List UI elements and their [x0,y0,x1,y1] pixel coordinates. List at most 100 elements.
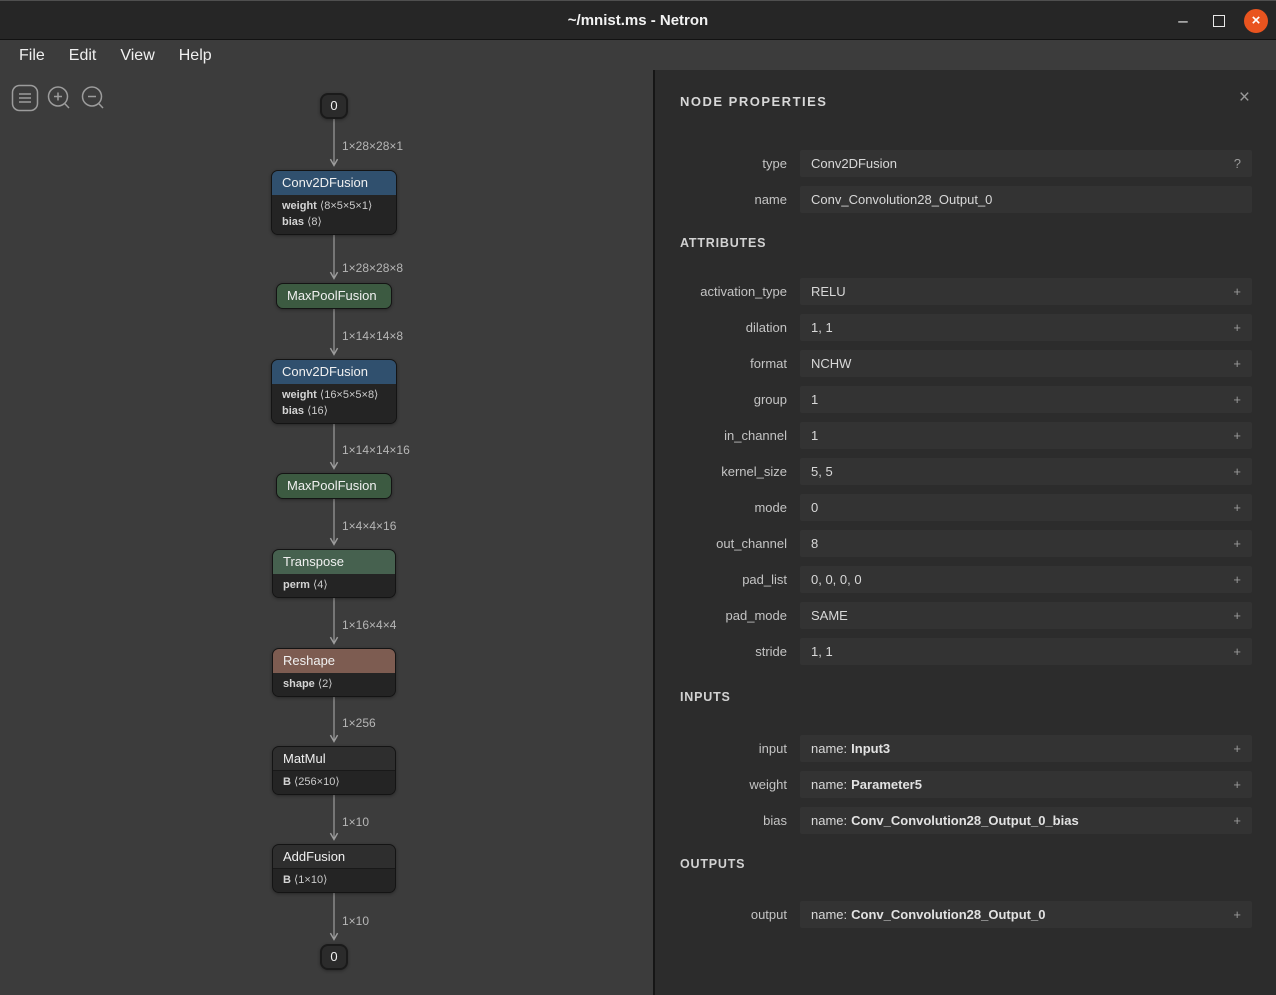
input-value-field[interactable]: name: Parameter5 + [800,771,1252,798]
node-attr: weight ⟨8×5×5×1⟩ [272,198,396,214]
titlebar: ~/mnist.ms - Netron – × [0,0,1276,40]
graph-node-input[interactable]: 0 [320,93,348,119]
type-value-field[interactable]: Conv2DFusion ? [800,150,1252,177]
field-value: 1 [811,428,818,443]
attribute-value-field[interactable]: 5, 5 + [800,458,1252,485]
expand-plus-icon[interactable]: + [1225,392,1241,407]
panel-title: NODE PROPERTIES [680,94,827,109]
expand-plus-icon[interactable]: + [1225,464,1241,479]
field-value: RELU [811,284,846,299]
expand-plus-icon[interactable]: + [1225,777,1241,792]
zoom-out-button[interactable] [79,84,107,112]
property-row-type: type Conv2DFusion ? [655,150,1252,177]
attr-key: bias [282,405,304,417]
expand-plus-icon[interactable]: + [1225,741,1241,756]
graph-node-transpose[interactable]: Transpose perm ⟨4⟩ [272,549,396,598]
menu-help[interactable]: Help [168,45,223,67]
node-attr: perm ⟨4⟩ [273,577,395,593]
attribute-value-field[interactable]: 1, 1 + [800,314,1252,341]
input-value-field[interactable]: name: Conv_Convolution28_Output_0_bias + [800,807,1252,834]
field-value: Conv_Convolution28_Output_0 [851,907,1045,922]
menu-edit[interactable]: Edit [58,45,108,67]
expand-plus-icon[interactable]: + [1225,813,1241,828]
graph-node-addfusion[interactable]: AddFusion B ⟨1×10⟩ [272,844,396,893]
edge-shape-label: 1×28×28×8 [342,261,403,275]
attributes-section-title: ATTRIBUTES [680,236,766,250]
close-panel-icon[interactable]: × [1239,88,1250,107]
node-body: perm ⟨4⟩ [273,574,395,597]
output-value-field[interactable]: name: Conv_Convolution28_Output_0 + [800,901,1252,928]
edge-shape-label: 1×256 [342,716,376,730]
input-value-field[interactable]: name: Input3 + [800,735,1252,762]
attr-value: ⟨256×10⟩ [294,776,340,788]
attribute-value-field[interactable]: RELU + [800,278,1252,305]
graph-node-maxpoolfusion-2[interactable]: MaxPoolFusion [276,473,392,499]
attribute-label: pad_mode [655,608,800,623]
node-attr: weight ⟨16×5×5×8⟩ [272,387,396,403]
attribute-row: dilation 1, 1 + [655,314,1252,341]
expand-plus-icon[interactable]: + [1225,572,1241,587]
output-label: output [655,907,800,922]
field-value: Input3 [851,741,890,756]
close-button[interactable]: × [1244,9,1268,33]
attribute-row: mode 0 + [655,494,1252,521]
graph-node-conv2dfusion-2[interactable]: Conv2DFusion weight ⟨16×5×5×8⟩ bias ⟨16⟩ [271,359,397,424]
maximize-button[interactable] [1208,1,1230,41]
attr-key: weight [282,200,317,212]
graph-node-conv2dfusion-1[interactable]: Conv2DFusion weight ⟨8×5×5×1⟩ bias ⟨8⟩ [271,170,397,235]
attribute-row: pad_list 0, 0, 0, 0 + [655,566,1252,593]
edge-shape-label: 1×28×28×1 [342,139,403,153]
attribute-value-field[interactable]: 1, 1 + [800,638,1252,665]
graph-node-matmul[interactable]: MatMul B ⟨256×10⟩ [272,746,396,795]
attr-value: ⟨2⟩ [318,678,333,690]
expand-plus-icon[interactable]: + [1225,907,1241,922]
expand-plus-icon[interactable]: + [1225,428,1241,443]
menu-file[interactable]: File [8,45,56,67]
field-value: 1, 1 [811,644,833,659]
attr-value: ⟨16⟩ [307,405,328,417]
menu-view[interactable]: View [109,45,165,67]
field-value: Parameter5 [851,777,922,792]
graph-node-maxpoolfusion-1[interactable]: MaxPoolFusion [276,283,392,309]
sidebar-toggle-button[interactable] [11,84,39,112]
field-value: 0 [811,500,818,515]
expand-plus-icon[interactable]: + [1225,608,1241,623]
attribute-value-field[interactable]: 0 + [800,494,1252,521]
name-value-field[interactable]: Conv_Convolution28_Output_0 [800,186,1252,213]
graph-node-reshape[interactable]: Reshape shape ⟨2⟩ [272,648,396,697]
attribute-value-field[interactable]: SAME + [800,602,1252,629]
minimize-button[interactable]: – [1172,1,1194,41]
expand-plus-icon[interactable]: + [1225,356,1241,371]
input-row: input name: Input3 + [655,735,1252,762]
expand-plus-icon[interactable]: + [1225,500,1241,515]
node-title: 0 [330,98,337,113]
zoom-in-button[interactable] [45,84,73,112]
node-header: Transpose [273,550,395,574]
expand-plus-icon[interactable]: + [1225,320,1241,335]
outputs-section-title: OUTPUTS [680,857,745,871]
field-value: 1 [811,392,818,407]
attribute-value-field[interactable]: 0, 0, 0, 0 + [800,566,1252,593]
name-prefix: name: [811,907,847,922]
graph-canvas[interactable]: 0 Conv2DFusion weight ⟨8×5×5×1⟩ bias ⟨8⟩… [0,70,653,995]
node-header: MaxPoolFusion [277,284,391,308]
attribute-value-field[interactable]: 8 + [800,530,1252,557]
attribute-value-field[interactable]: 1 + [800,422,1252,449]
node-header: AddFusion [273,845,395,869]
expand-plus-icon[interactable]: + [1225,536,1241,551]
attr-key: weight [282,389,317,401]
maximize-icon [1213,15,1225,27]
node-attr: bias ⟨8⟩ [272,214,396,230]
attribute-row: kernel_size 5, 5 + [655,458,1252,485]
graph-node-output[interactable]: 0 [320,944,348,970]
field-value: 8 [811,536,818,551]
expand-plus-icon[interactable]: + [1225,284,1241,299]
type-help-icon[interactable]: ? [1226,156,1241,171]
field-value: Conv_Convolution28_Output_0_bias [851,813,1079,828]
attribute-value-field[interactable]: NCHW + [800,350,1252,377]
expand-plus-icon[interactable]: + [1225,644,1241,659]
attribute-row: group 1 + [655,386,1252,413]
attribute-label: in_channel [655,428,800,443]
node-header: Conv2DFusion [272,360,396,384]
attribute-value-field[interactable]: 1 + [800,386,1252,413]
